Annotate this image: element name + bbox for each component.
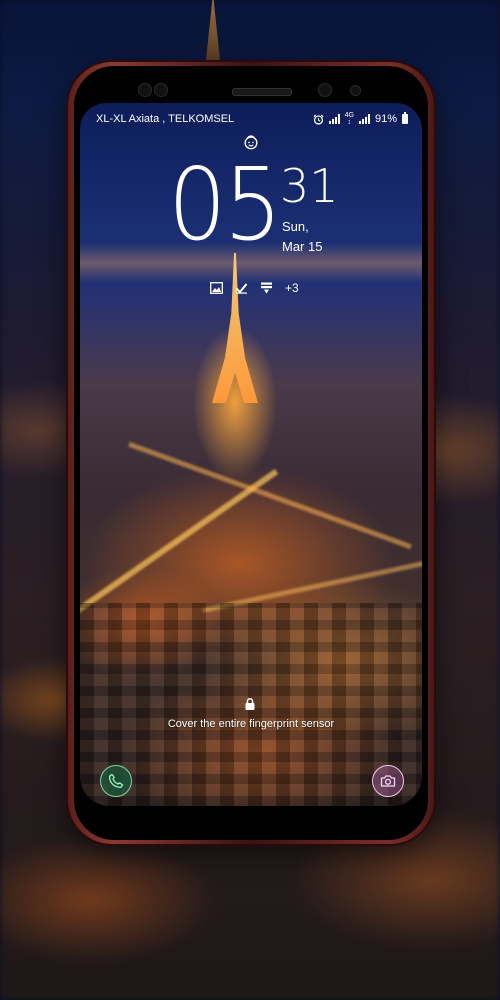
status-bar: XL-XL Axiata , TELKOMSEL 4G ↕ 91% xyxy=(96,111,408,127)
camera-icon xyxy=(380,775,396,787)
clock-hours: 05 xyxy=(168,146,282,263)
front-camera-icon xyxy=(318,83,332,97)
lock-screen: XL-XL Axiata , TELKOMSEL 4G ↕ 91% 05 31 S… xyxy=(80,103,422,806)
lock-icon xyxy=(245,697,255,710)
signal-icon xyxy=(358,114,370,124)
notification-icons[interactable]: +3 xyxy=(210,281,299,295)
battery-percent: 91% xyxy=(374,113,397,125)
earpiece-speaker xyxy=(232,88,292,96)
sensor-icon xyxy=(154,83,168,97)
gallery-icon xyxy=(210,282,223,294)
sensor-icon xyxy=(138,83,152,97)
phone-shortcut-button[interactable] xyxy=(100,765,132,797)
phone-icon xyxy=(108,773,124,789)
more-notifications-count: +3 xyxy=(285,281,299,295)
fingerprint-hint: Cover the entire fingerprint sensor xyxy=(167,718,335,730)
signal-icon xyxy=(328,114,340,124)
clock-date: Mar 15 xyxy=(282,239,323,254)
check-icon xyxy=(235,283,248,294)
carrier-name: XL-XL Axiata , TELKOMSEL xyxy=(96,113,235,125)
clock-minutes: 31 xyxy=(280,159,339,213)
4g-icon: 4G ↕ xyxy=(344,112,354,126)
camera-shortcut-button[interactable] xyxy=(372,765,404,797)
battery-icon xyxy=(402,112,408,124)
clock-day: Sun, xyxy=(282,219,309,234)
iris-sensor-icon xyxy=(350,85,361,96)
download-icon xyxy=(261,282,272,294)
alarm-icon xyxy=(313,113,324,125)
